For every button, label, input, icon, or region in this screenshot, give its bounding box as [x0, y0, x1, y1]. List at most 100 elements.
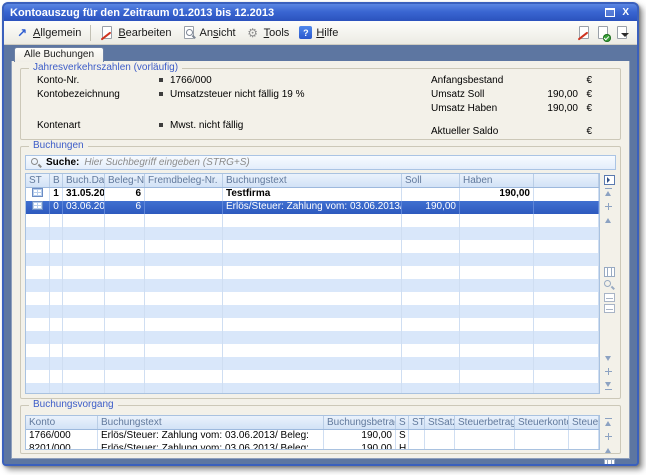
sum-box-icon[interactable]	[604, 293, 615, 302]
col-header-buchungstext[interactable]: Buchungstext	[98, 416, 324, 429]
empty-row	[26, 253, 599, 266]
empty-cell	[460, 292, 534, 305]
check-page-icon[interactable]	[598, 26, 608, 39]
window-restore-icon[interactable]	[605, 8, 615, 17]
field-label: Umsatz Soll	[431, 89, 484, 100]
columns-icon[interactable]	[604, 267, 615, 277]
add-row-icon[interactable]	[603, 366, 615, 378]
cell-buchungstext: Testfirma	[223, 188, 402, 201]
konto-nr-value: 1766/000	[170, 75, 212, 86]
menu-bearbeiten[interactable]: Bearbeiten	[95, 24, 176, 42]
col-header-b[interactable]: B	[50, 174, 63, 187]
zoom-icon[interactable]	[603, 279, 615, 291]
empty-cell	[105, 357, 145, 370]
booking-row-selected[interactable]: 0 03.06.2013 6 Erlös/Steuer: Zahlung vom…	[26, 201, 599, 214]
cell-konto: 1766/000	[26, 430, 98, 443]
col-header-buchdat[interactable]: Buch.Dat.	[63, 174, 105, 187]
menu-allgemein[interactable]: ↗ Allgemein	[10, 24, 86, 42]
window-controls: X	[605, 8, 629, 18]
scroll-top-icon[interactable]	[603, 417, 615, 429]
field-label: Umsatz Haben	[431, 103, 497, 114]
empty-cell	[105, 344, 145, 357]
col-header-fremdbelegnr[interactable]: Fremdbeleg-Nr.	[145, 174, 223, 187]
menu-label: Bearbeiten	[118, 27, 171, 39]
umsatz-haben-value: 190,00	[522, 103, 578, 114]
app-window: Kontoauszug für den Zeitraum 01.2013 bis…	[2, 2, 639, 466]
window-close-icon[interactable]: X	[622, 8, 629, 18]
scroll-down-icon[interactable]	[603, 352, 615, 364]
empty-cell	[534, 253, 599, 266]
col-header-steuerkonto2[interactable]: Steuerkonto 2	[569, 416, 599, 429]
column-chooser-icon[interactable]	[604, 175, 615, 185]
empty-cell	[63, 214, 105, 227]
empty-row	[26, 370, 599, 383]
empty-cell	[534, 214, 599, 227]
empty-cell	[26, 292, 50, 305]
empty-cell	[223, 383, 402, 394]
cell-belegnr: 6	[105, 201, 145, 214]
report-page-icon[interactable]	[579, 26, 589, 39]
col-header-steuerbetrag[interactable]: Steuerbetrag	[455, 416, 515, 429]
empty-cell	[145, 318, 223, 331]
empty-cell	[26, 253, 50, 266]
toolbar-right	[579, 26, 631, 39]
export-page-icon[interactable]	[617, 26, 627, 39]
cell-stsatz	[425, 443, 455, 450]
vorgang-legend: Buchungsvorgang	[29, 399, 118, 411]
filter-box-icon[interactable]	[604, 304, 615, 313]
empty-cell	[460, 227, 534, 240]
col-header-haben[interactable]: Haben	[460, 174, 534, 187]
col-header-s[interactable]: S	[396, 416, 409, 429]
col-header-st[interactable]: ST	[409, 416, 425, 429]
currency-symbol: €	[578, 75, 592, 86]
empty-cell	[402, 305, 460, 318]
empty-cell	[145, 266, 223, 279]
scroll-bottom-icon[interactable]	[603, 380, 615, 392]
main-panel: Jahresverkehrszahlen (vorläufig) Konto-N…	[11, 61, 630, 459]
empty-cell	[460, 279, 534, 292]
menu-tools[interactable]: ⚙ Tools	[241, 24, 295, 42]
columns-icon[interactable]	[604, 459, 615, 466]
booking-row[interactable]: 1 31.05.2013 6 Testfirma 190,00	[26, 188, 599, 201]
vorgang-row[interactable]: 8201/000 Erlös/Steuer: Zahlung vom: 03.0…	[26, 443, 599, 450]
scroll-top-icon[interactable]	[603, 187, 615, 199]
col-header-steuerkonto1[interactable]: Steuerkonto 1	[515, 416, 569, 429]
empty-cell	[63, 370, 105, 383]
search-bar[interactable]: Suche: Hier Suchbegriff eingeben (STRG+S…	[25, 155, 616, 170]
menu-ansicht[interactable]: Ansicht	[177, 24, 241, 42]
col-header-buchungstext[interactable]: Buchungstext	[223, 174, 402, 187]
empty-cell	[534, 318, 599, 331]
page-edit-icon	[100, 26, 114, 40]
cell-soll: 190,00	[402, 201, 460, 214]
tab-alle-buchungen[interactable]: Alle Buchungen	[14, 47, 104, 62]
cell-fremdbelegnr	[145, 201, 223, 214]
insert-row-icon[interactable]	[603, 201, 615, 213]
menu-bar: ↗ Allgemein Bearbeiten Ansicht ⚙ Tools ?…	[4, 21, 637, 45]
insert-row-icon[interactable]	[603, 431, 615, 443]
col-header-soll[interactable]: Soll	[402, 174, 460, 187]
empty-cell	[460, 331, 534, 344]
cell-steuerkonto1	[515, 443, 569, 450]
col-header-buchungsbetrag[interactable]: Buchungsbetrag	[324, 416, 396, 429]
empty-cell	[26, 227, 50, 240]
scroll-up-icon[interactable]	[603, 445, 615, 457]
cell-steuerkonto2	[569, 443, 599, 450]
empty-cell	[105, 253, 145, 266]
cell-st	[26, 188, 50, 201]
empty-cell	[26, 331, 50, 344]
vorgang-row[interactable]: 1766/000 Erlös/Steuer: Zahlung vom: 03.0…	[26, 430, 599, 443]
empty-cell	[50, 331, 63, 344]
empty-row	[26, 240, 599, 253]
empty-cell	[63, 292, 105, 305]
empty-cell	[63, 383, 105, 394]
col-header-konto[interactable]: Konto	[26, 416, 98, 429]
col-header-st[interactable]: ST	[26, 174, 50, 187]
empty-cell	[402, 266, 460, 279]
scroll-up-icon[interactable]	[603, 215, 615, 227]
empty-cell	[402, 292, 460, 305]
empty-cell	[145, 331, 223, 344]
empty-cell	[145, 240, 223, 253]
col-header-belegnr[interactable]: Beleg-Nr.	[105, 174, 145, 187]
col-header-stsatz[interactable]: StSatz	[425, 416, 455, 429]
menu-hilfe[interactable]: ? Hilfe	[294, 24, 343, 41]
